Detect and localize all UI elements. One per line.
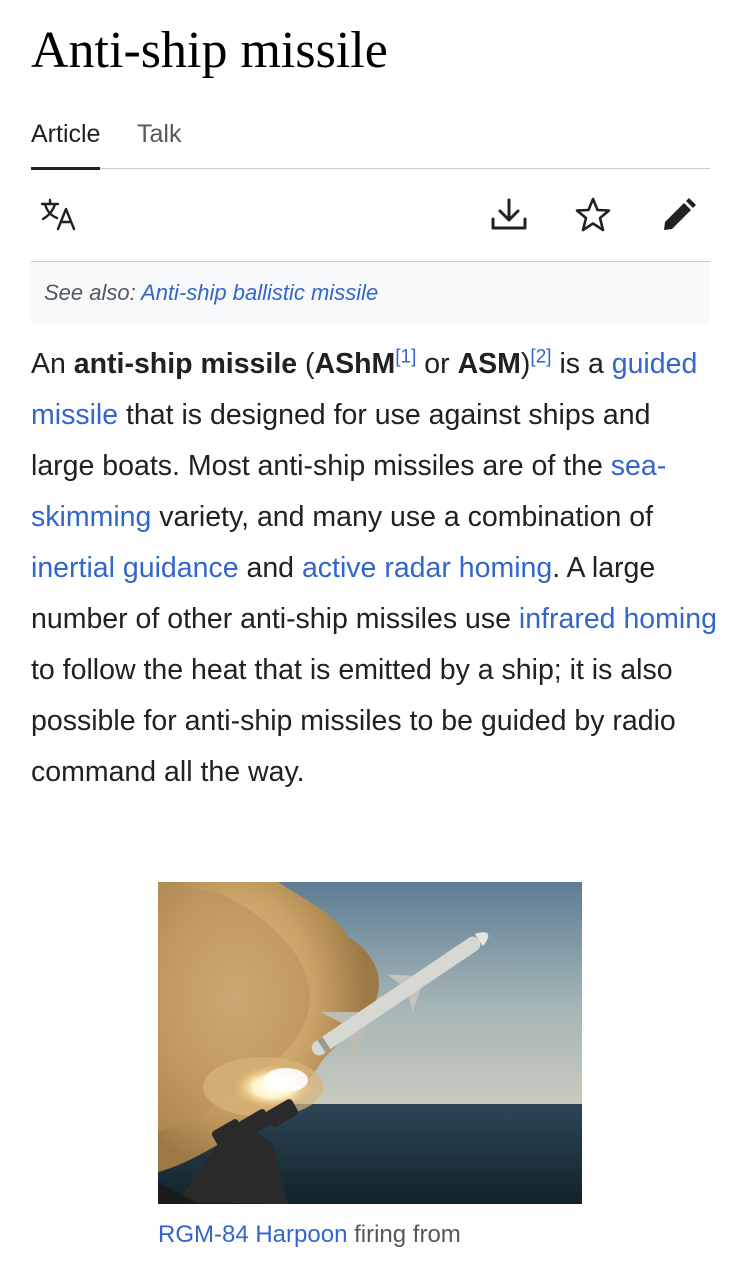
text: to follow the heat that is emitted by a … [31,654,676,788]
bold-term: anti-ship missile [73,348,298,380]
reference-link[interactable]: [2] [530,347,551,368]
figure-caption: RGM-84 Harpoon firing from [158,1218,461,1252]
bold-abbreviation: AShM [314,348,396,380]
link-infrared-homing[interactable]: infrared homing [519,603,717,635]
text: or [416,348,458,380]
text: that is designed for use against ships a… [31,399,651,482]
text: An [31,348,74,380]
reference-link[interactable]: [1] [395,347,416,368]
bold-abbreviation: ASM [457,348,521,380]
text: ( [297,348,315,380]
tab-talk[interactable]: Talk [137,118,181,150]
article-paragraph: An anti-ship missile (AShM[1] or ASM)[2]… [31,339,721,798]
tab-article[interactable]: Article [31,118,101,170]
text: is a [551,348,612,380]
page-actions-toolbar [31,169,710,262]
language-icon[interactable] [39,195,79,235]
tab-bar: Article Talk [31,112,710,170]
caption-text: firing from [347,1221,461,1248]
caption-link[interactable]: RGM-84 Harpoon [158,1221,347,1248]
download-icon[interactable] [489,195,529,235]
star-icon[interactable] [573,195,613,235]
hatnote: See also: Anti-ship ballistic missile [31,262,710,324]
hatnote-link[interactable]: Anti-ship ballistic missile [141,280,378,305]
hatnote-prefix: See also: [44,280,142,305]
text: and [238,552,302,584]
edit-icon[interactable] [659,195,699,235]
missile-launch-image[interactable] [158,882,582,1204]
page-title: Anti-ship missile [31,22,388,79]
text: variety, and many use a combination of [151,501,654,533]
text: ) [520,348,531,380]
link-active-radar-homing[interactable]: active radar homing [302,552,552,584]
link-inertial-guidance[interactable]: inertial guidance [31,552,239,584]
